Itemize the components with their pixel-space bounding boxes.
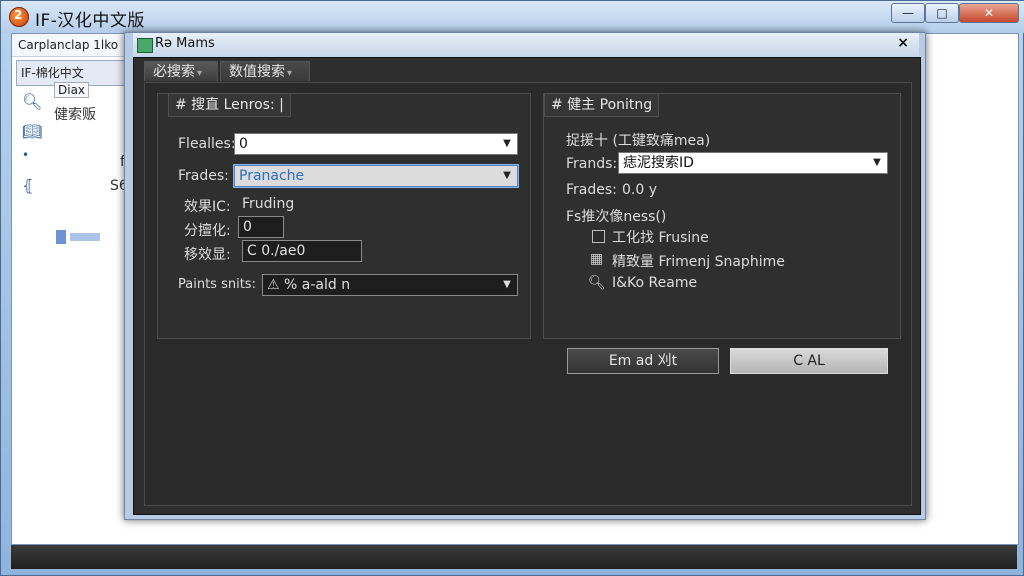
yijian-value: C 0./ae0 xyxy=(247,243,306,259)
frades-label: Frades: xyxy=(178,168,229,184)
frands-label: Frands: xyxy=(566,156,618,172)
paints-dropdown[interactable]: ⚠︎ % a-ald n ▼ xyxy=(262,274,518,296)
blue-marker xyxy=(56,230,66,244)
close-button[interactable]: ✕ xyxy=(959,3,1019,23)
tab-search[interactable]: 必搜索 ▾ xyxy=(144,61,218,81)
dialog-body: 必搜索 ▾ 数值搜索 ▾ # 搜直 Lenros: | Flealles: 0 ▼ … xyxy=(133,57,921,515)
dialog-close-button[interactable]: × xyxy=(897,35,909,51)
maximize-button[interactable]: □ xyxy=(925,3,959,23)
outer-window-title: IF-汉化中文版 xyxy=(35,11,145,31)
paints-value: % a-ald n xyxy=(284,277,351,293)
tab-value-search[interactable]: 数值搜索 ▾ xyxy=(220,61,310,81)
book-icon[interactable]: 📖︎ xyxy=(22,122,42,141)
chevron-down-icon[interactable]: ▼ xyxy=(869,155,885,171)
chevron-down-icon[interactable]: ▼ xyxy=(499,277,515,293)
minimize-button[interactable]: — xyxy=(891,3,925,23)
frands-dropdown[interactable]: 痣泥搜索ID ▼ xyxy=(618,152,888,174)
paints-label: Paints snits: xyxy=(178,277,256,292)
search-icon[interactable]: 🔍︎ xyxy=(22,92,42,111)
chevron-down-icon[interactable]: ▼ xyxy=(499,136,515,152)
fenhuo-input[interactable]: 0 xyxy=(238,216,284,238)
dialog-title-bar[interactable]: Rə Mams × xyxy=(133,33,919,57)
dot-icon[interactable]: • xyxy=(22,148,29,162)
yuanshu-label: 捉援十 (工键致痛mea) xyxy=(566,133,711,149)
yijian-label: 移效显: xyxy=(184,247,231,263)
frades-dropdown[interactable]: Pranache ▼ xyxy=(234,165,518,187)
option-label-1[interactable]: 工化找 Frusine xyxy=(612,227,709,247)
fs-label: Fs推次像ness() xyxy=(566,209,667,225)
search-icon[interactable]: 🔍︎ xyxy=(588,275,606,291)
left-group-legend: # 搜直 Lenros: | xyxy=(168,93,291,117)
warning-icon: ⚠︎ xyxy=(267,277,285,293)
option-label-3[interactable]: I&Ko Reame xyxy=(612,275,697,291)
apply-button[interactable]: Em ad 刈t xyxy=(567,348,719,374)
fenhuo-label: 分擅化: xyxy=(184,223,231,239)
frades-right-value: 0.0 y xyxy=(622,182,657,198)
tab-panel: # 搜直 Lenros: | Flealles: 0 ▼ Frades: Pra… xyxy=(144,82,912,506)
outer-title-bar[interactable]: IF-汉化中文版 — □ ✕ xyxy=(1,1,1024,33)
status-bar xyxy=(11,545,1017,569)
yijian-input[interactable]: C 0./ae0 xyxy=(242,240,362,262)
option-checkbox-1[interactable] xyxy=(592,230,605,243)
sidebar-item-label[interactable]: 健索贩 xyxy=(54,104,96,124)
sidebar-tooltip: Diax xyxy=(54,82,90,98)
xiaoguo-value: Fruding xyxy=(242,196,295,212)
frades-value: Pranache xyxy=(239,168,305,184)
flealles-dropdown[interactable]: 0 ▼ xyxy=(234,133,518,155)
bracket-icon[interactable]: ⦃ xyxy=(22,176,34,195)
cancel-button[interactable]: C AL xyxy=(730,348,888,374)
xiaoguo-label: 效果IC: xyxy=(184,199,231,215)
right-group-legend: # 健主 Ponitng xyxy=(544,93,660,117)
tab-value-search-label: 数值搜索 xyxy=(229,64,285,80)
flealles-value: 0 xyxy=(239,136,248,152)
tab-search-label: 必搜索 xyxy=(153,64,195,80)
chevron-down-icon[interactable]: ▼ xyxy=(499,168,515,184)
flealles-label: Flealles: xyxy=(178,136,236,152)
outer-tab-1[interactable]: Carplanclap 1lko xyxy=(12,34,138,57)
search-dialog: Rə Mams × 必搜索 ▾ 数值搜索 ▾ # 搜直 Lenros: | Flea… xyxy=(124,32,926,520)
app-logo-icon xyxy=(9,7,29,27)
blue-marker-2 xyxy=(70,233,100,241)
option-label-2[interactable]: 精致量 Frimenj Snaphime xyxy=(612,251,785,271)
tab-dropdown-icon: ▾ xyxy=(197,68,203,79)
frades-right-label: Frades: xyxy=(566,182,617,198)
left-group: # 搜直 Lenros: | Flealles: 0 ▼ Frades: Pra… xyxy=(157,93,531,339)
dialog-icon xyxy=(137,38,153,53)
fenhuo-value: 0 xyxy=(243,219,252,235)
dialog-title: Rə Mams xyxy=(155,36,215,51)
frands-value: 痣泥搜索ID xyxy=(623,155,694,171)
right-group: # 健主 Ponitng 捉援十 (工键致痛mea) Frands: 痣泥搜索I… xyxy=(543,93,901,339)
grid-icon[interactable]: ▦ xyxy=(590,251,603,267)
tab-dropdown-icon: ▾ xyxy=(287,68,293,79)
